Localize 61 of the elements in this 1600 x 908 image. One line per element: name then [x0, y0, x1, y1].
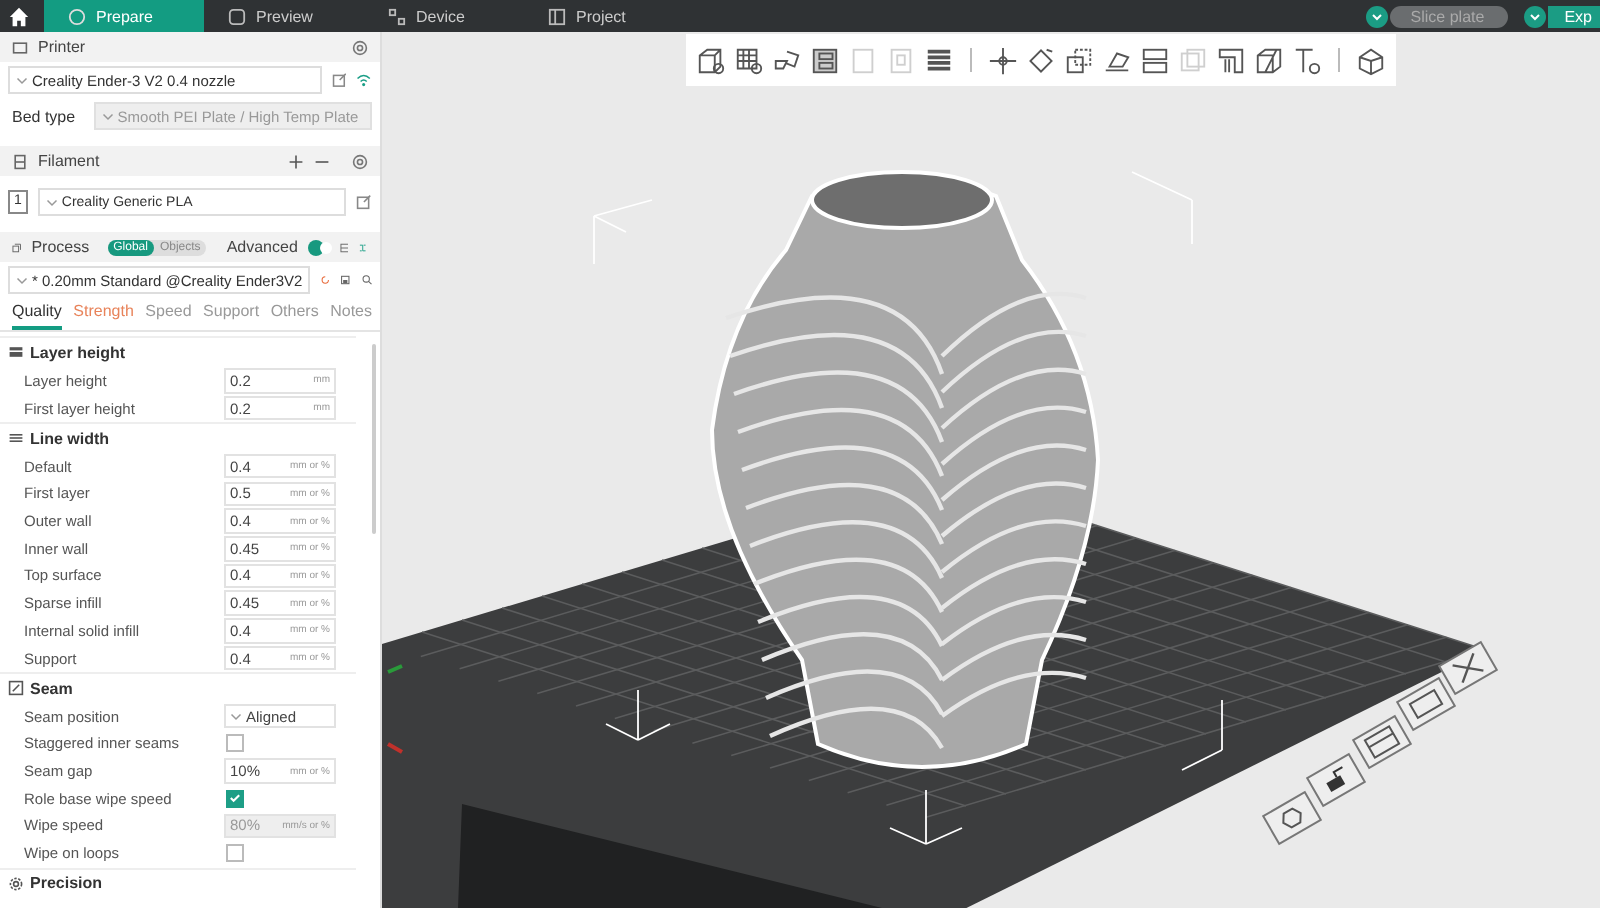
tool-icon[interactable]: [988, 45, 1018, 75]
group-title: Seam: [30, 679, 73, 698]
tool-icon[interactable]: [1026, 45, 1056, 75]
caret-icon: [45, 196, 58, 208]
tool-icon[interactable]: [1356, 45, 1386, 75]
plus-icon[interactable]: [288, 153, 304, 169]
bed-type-label: Bed type: [10, 107, 78, 125]
tool-icon[interactable]: [772, 45, 802, 75]
wifi-icon[interactable]: [356, 72, 372, 88]
top-tab[interactable]: Device: [364, 0, 524, 32]
tool-icon[interactable]: [1216, 45, 1246, 75]
checkbox[interactable]: [226, 789, 244, 808]
settings-tab[interactable]: Quality: [12, 302, 62, 330]
circle-icon: [68, 7, 86, 25]
group-title: Layer height: [30, 343, 126, 362]
layout-icon[interactable]: [339, 239, 349, 255]
caret-icon[interactable]: [1524, 5, 1547, 27]
search-icon[interactable]: [361, 272, 372, 288]
tool-icon[interactable]: [696, 45, 726, 75]
caret-icon: [101, 110, 114, 122]
section-title: Filament: [38, 152, 100, 170]
section-title: Process: [31, 238, 90, 256]
group-icon: [8, 875, 24, 892]
checkbox[interactable]: [226, 844, 244, 863]
edit-icon[interactable]: [331, 72, 347, 88]
top-tab[interactable]: Project: [524, 0, 684, 32]
settings-icon[interactable]: [352, 39, 368, 55]
caret-icon[interactable]: [1366, 5, 1389, 27]
group-icon: [8, 344, 24, 361]
scrollbar[interactable]: [372, 344, 376, 534]
settings-icon[interactable]: [352, 153, 368, 169]
group-title: Line width: [30, 429, 110, 448]
process-icon: [12, 239, 22, 255]
tool-icon[interactable]: [924, 45, 954, 75]
top-tab[interactable]: Preview: [204, 0, 364, 32]
caret-icon: [16, 74, 28, 86]
nodes-icon: [388, 7, 406, 25]
tool-icon[interactable]: [734, 45, 764, 75]
square-icon: [228, 7, 246, 25]
layout-icon[interactable]: [1351, 714, 1413, 770]
checkbox[interactable]: [226, 734, 244, 753]
tool-icon[interactable]: [1254, 45, 1284, 75]
section-title: Printer: [38, 38, 86, 56]
tool-icon[interactable]: [1292, 45, 1322, 75]
home-icon[interactable]: [8, 5, 30, 27]
spool-icon: [12, 153, 28, 169]
tool-icon[interactable]: [1064, 45, 1094, 75]
advanced-label: Advanced: [226, 238, 298, 256]
tool-icon[interactable]: [810, 45, 840, 75]
group-icon: [8, 680, 24, 697]
group-title: Precision: [30, 874, 103, 893]
edit-icon[interactable]: [356, 194, 372, 210]
tool-icon[interactable]: [1140, 45, 1170, 75]
printer-icon: [12, 39, 28, 55]
save-icon[interactable]: [340, 272, 352, 288]
caret-icon: [230, 710, 242, 723]
image-icon[interactable]: [1395, 676, 1457, 732]
group-icon: [8, 430, 24, 447]
reset-icon[interactable]: [320, 272, 331, 288]
caret-icon: [16, 274, 28, 286]
panel-icon: [548, 7, 566, 25]
